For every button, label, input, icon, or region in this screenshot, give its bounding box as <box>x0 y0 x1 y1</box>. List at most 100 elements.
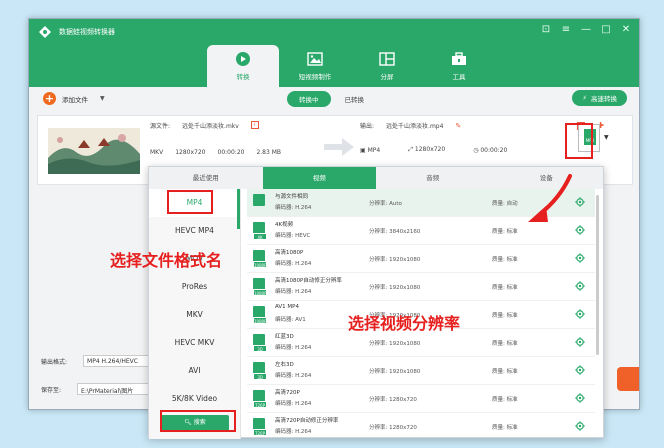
add-icon: + <box>43 92 56 105</box>
source-resolution: 1280x720 <box>175 149 206 156</box>
maximize-icon[interactable]: □ <box>601 24 611 36</box>
preset-quality: 质量: 标准 <box>492 425 518 431</box>
format-dropdown-chevron-icon[interactable]: ▼ <box>604 134 609 141</box>
minimize-icon[interactable]: — <box>581 24 591 36</box>
tab-tools-label: 工具 <box>452 73 466 81</box>
tab-video[interactable]: 视频 <box>262 167 376 189</box>
gear-icon[interactable] <box>575 421 585 431</box>
preset-badge: 4K <box>253 233 267 240</box>
preset-resolution: 分辨率: 1920x1080 <box>369 285 421 291</box>
app-title: 数据蛙视频转换器 <box>59 28 115 36</box>
preset-row[interactable]: 4K 4K视频 编码器: HEVC 分辨率: 3840x2160 质量: 标准 <box>247 217 595 245</box>
preset-quality: 质量: 标准 <box>492 313 518 319</box>
gear-icon[interactable] <box>575 281 585 291</box>
video-preset-icon <box>253 194 265 212</box>
video-preset-icon: 720P <box>253 418 267 436</box>
window-controls: ⊡ ≡ — □ ✕ <box>541 24 631 36</box>
gear-icon[interactable] <box>575 253 585 263</box>
preset-row[interactable]: 3D 左右3D 编码器: H.264 分辨率: 1920x1080 质量: 标准 <box>247 357 595 385</box>
output-format-label: 输出格式: <box>41 358 68 366</box>
add-file-button[interactable]: + 添加文件 ▼ <box>43 92 105 105</box>
landscape-thumbnail-image <box>48 128 140 174</box>
tab-recent[interactable]: 最近使用 <box>149 167 263 189</box>
add-file-label: 添加文件 <box>62 95 88 104</box>
preset-name: 高清720P <box>275 390 300 396</box>
format-item-5k-8k-video[interactable]: 5K/8K Video <box>149 385 240 413</box>
source-duration: 00:00:20 <box>217 149 245 156</box>
format-item-hevc-mkv[interactable]: HEVC MKV <box>149 329 240 357</box>
preset-list-scrollbar[interactable] <box>596 195 599 355</box>
preset-row[interactable]: 1080P 高清1080P自动修正分辨率 编码器: H.264 分辨率: 192… <box>247 273 595 301</box>
gear-icon[interactable] <box>575 393 585 403</box>
toolbox-icon <box>452 52 466 65</box>
gear-icon[interactable] <box>575 225 585 235</box>
chevron-down-icon[interactable]: ▼ <box>100 95 105 102</box>
preset-quality: 质量: 标准 <box>492 341 518 347</box>
search-highlight <box>160 410 236 432</box>
source-filename: 远处千山添淡妆.mkv <box>182 123 239 130</box>
info-icon[interactable]: i <box>250 121 259 129</box>
format-item-prores[interactable]: ProRes <box>149 273 240 301</box>
preset-encoder: 编码器: AV1 <box>275 317 306 323</box>
preset-badge: 1080P <box>253 289 267 296</box>
preset-row[interactable]: 1080P 高清1080P 编码器: H.264 分辨率: 1920x1080 … <box>247 245 595 273</box>
rename-icon[interactable]: ✎ <box>455 122 461 130</box>
close-icon[interactable]: ✕ <box>621 24 631 36</box>
preset-badge: 3D <box>253 373 267 380</box>
preset-row[interactable]: 720P 高清720P 编码器: H.264 分辨率: 1280x720 质量:… <box>247 385 595 413</box>
format-item-avi[interactable]: AVI <box>149 357 240 385</box>
gear-icon[interactable] <box>575 337 585 347</box>
preset-resolution: 分辨率: 1920x1080 <box>369 257 421 263</box>
preset-resolution: 分辨率: Auto <box>369 201 402 207</box>
fast-convert-button[interactable]: ⚡ 高速转换 <box>572 90 627 106</box>
format-list-scrollbar[interactable] <box>237 189 240 229</box>
arrow-right-icon <box>324 138 354 156</box>
resolution-hint-annotation: 选择视频分辨率 <box>348 314 461 333</box>
gear-icon[interactable] <box>575 309 585 319</box>
tab-short-video[interactable]: 短视频制作 <box>279 45 351 87</box>
preset-quality: 质量: 标准 <box>492 397 518 403</box>
menu-icon[interactable]: ≡ <box>561 24 571 36</box>
fast-convert-label: 高速转换 <box>591 95 617 103</box>
preset-badge: 1080P <box>253 317 267 324</box>
convert-all-button[interactable] <box>617 367 639 391</box>
image-icon <box>307 52 323 66</box>
format-item-mkv[interactable]: MKV <box>149 301 240 329</box>
tab-converted[interactable]: 已转换 <box>345 94 365 104</box>
save-to-field[interactable]: E:\PrMaterial\图片 <box>77 383 158 395</box>
gear-icon[interactable] <box>575 197 585 207</box>
preset-quality: 质量: 标准 <box>492 257 518 263</box>
tab-audio[interactable]: 音频 <box>376 167 490 189</box>
preset-row[interactable]: 720P 高清720P自动修正分辨率 编码器: H.264 分辨率: 1280x… <box>247 413 595 439</box>
output-format-row: 输出格式: MP4 H.264/HEVC <box>41 355 164 367</box>
output-filename: 远处千山添淡妆.mp4 <box>386 123 444 130</box>
feedback-icon[interactable]: ⊡ <box>541 24 551 36</box>
preset-badge: 1080P <box>253 261 267 268</box>
tab-converting[interactable]: 转换中 <box>287 91 331 107</box>
tab-convert[interactable]: 转换 <box>207 45 279 87</box>
preset-row[interactable]: 与源文件相同 编码器: H.264 分辨率: Auto 质量: 自动 <box>247 189 595 217</box>
format-button-highlight <box>565 123 593 159</box>
preset-quality: 质量: 自动 <box>492 201 518 207</box>
video-preset-icon: 1080P <box>253 278 267 296</box>
tab-short-video-label: 短视频制作 <box>298 73 332 81</box>
source-meta: MKV 1280x720 00:00:20 2.83 MB <box>150 149 281 156</box>
format-category-tabs: 最近使用 视频 音频 设备 <box>149 167 603 189</box>
format-dropdown-panel: 最近使用 视频 音频 设备 MP4 HEVC MP4 MOV ProRes MK… <box>148 166 604 439</box>
tab-tools[interactable]: 工具 <box>423 45 495 87</box>
format-item-hevc-mp4[interactable]: HEVC MP4 <box>149 217 240 245</box>
tab-device[interactable]: 设备 <box>490 167 604 189</box>
output-format: ▣ MP4 <box>360 146 381 154</box>
lightning-icon: ⚡ <box>582 94 587 102</box>
tab-split-screen[interactable]: 分屏 <box>351 45 423 87</box>
tab-split-screen-label: 分屏 <box>380 73 394 81</box>
video-preset-icon: 3D <box>253 362 267 380</box>
preset-name: 高清1080P <box>275 250 304 256</box>
split-screen-icon <box>379 52 395 66</box>
source-label: 源文件: <box>150 123 171 130</box>
gear-icon[interactable] <box>575 365 585 375</box>
output-label: 输出: <box>360 123 375 130</box>
video-thumbnail[interactable] <box>48 128 140 174</box>
preset-resolution: 分辨率: 1280x720 <box>369 397 417 403</box>
preset-encoder: 编码器: H.264 <box>275 205 312 211</box>
